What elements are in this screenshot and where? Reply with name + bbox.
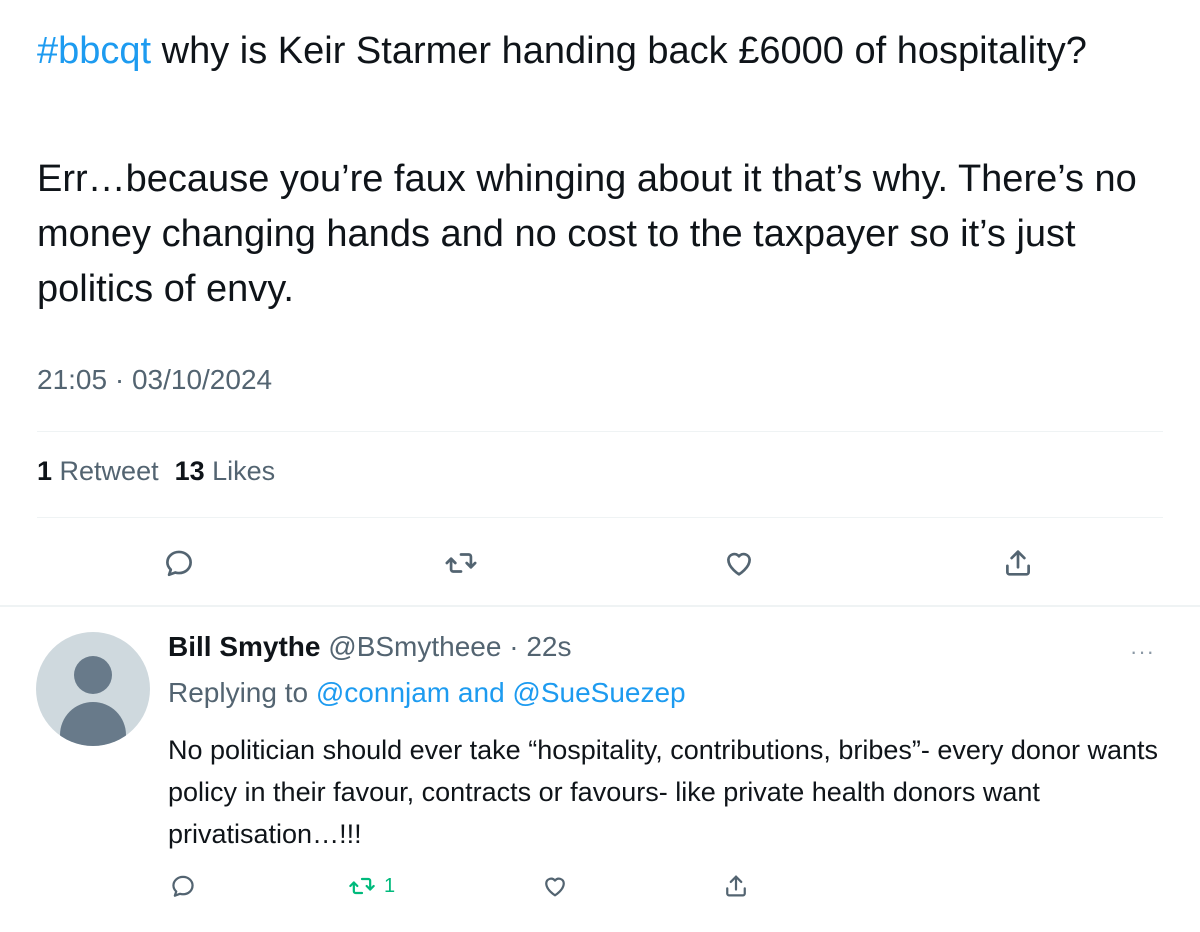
display-name[interactable]: Bill Smythe bbox=[168, 631, 320, 662]
reply-text: No politician should ever take “hospital… bbox=[168, 735, 1158, 849]
retweet-icon bbox=[349, 877, 375, 895]
retweet-icon bbox=[445, 553, 477, 573]
reply-retweet-count: 1 bbox=[384, 874, 396, 897]
main-tweet: #bbcqt why is Keir Starmer handing back … bbox=[0, 0, 1200, 606]
retweets-stat[interactable]: 1 Retweet bbox=[37, 456, 159, 486]
retweet-button[interactable] bbox=[439, 543, 483, 583]
share-button[interactable] bbox=[996, 543, 1040, 583]
tweet-body: Err…because you’re faux whinging about i… bbox=[37, 158, 1137, 310]
handle[interactable]: @BSmytheee bbox=[328, 631, 501, 662]
more-options-icon[interactable]: ··· bbox=[1130, 639, 1155, 665]
tweet-question: #bbcqt why is Keir Starmer handing back … bbox=[37, 24, 1167, 79]
mention-link[interactable]: @connjam bbox=[316, 677, 450, 708]
like-count: 13 bbox=[174, 456, 205, 486]
tweet-question-text: why is Keir Starmer handing back £6000 o… bbox=[151, 30, 1087, 72]
divider bbox=[37, 431, 1163, 432]
replying-prefix: Replying to bbox=[168, 677, 316, 708]
reply-header: Bill Smythe @BSmytheee · 22s bbox=[168, 631, 571, 663]
avatar[interactable] bbox=[36, 632, 150, 746]
tweet-timestamp[interactable]: 21:05 · 03/10/2024 bbox=[37, 364, 272, 396]
reply-time: · 22s bbox=[501, 631, 572, 662]
reply-icon bbox=[172, 875, 194, 897]
share-icon bbox=[1006, 550, 1030, 576]
retweet-count: 1 bbox=[37, 456, 53, 486]
like-button[interactable] bbox=[537, 869, 573, 903]
reply-icon bbox=[166, 550, 192, 577]
share-button[interactable] bbox=[718, 869, 754, 903]
avatar-head bbox=[74, 656, 112, 694]
retweet-button[interactable]: 1 bbox=[348, 869, 428, 903]
replying-to: Replying to @connjam and @SueSuezep bbox=[168, 677, 686, 709]
share-icon bbox=[726, 875, 746, 897]
like-button[interactable] bbox=[717, 543, 761, 583]
avatar-body bbox=[60, 702, 126, 746]
likes-stat[interactable]: 13 Likes bbox=[175, 456, 276, 486]
retweet-label: Retweet bbox=[52, 456, 159, 486]
reply-tweet[interactable]: Bill Smythe @BSmytheee · 22s ··· Replyin… bbox=[0, 607, 1200, 932]
reply-button[interactable] bbox=[157, 543, 201, 583]
like-label: Likes bbox=[204, 456, 276, 486]
replying-and: and bbox=[450, 677, 513, 708]
like-icon bbox=[545, 877, 565, 897]
hashtag-link[interactable]: #bbcqt bbox=[37, 30, 151, 72]
divider bbox=[37, 517, 1163, 518]
mention-link[interactable]: @SueSuezep bbox=[512, 677, 685, 708]
like-icon bbox=[727, 552, 751, 576]
tweet-stats: 1 Retweet 13 Likes bbox=[37, 456, 275, 487]
reply-button[interactable] bbox=[165, 869, 201, 903]
